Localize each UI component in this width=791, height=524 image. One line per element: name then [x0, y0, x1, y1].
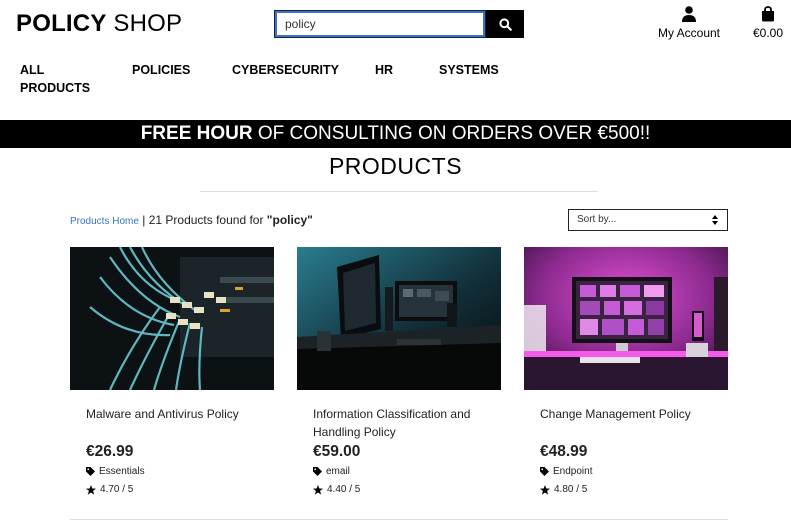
product-price: €26.99: [86, 443, 134, 460]
product-category[interactable]: Endpoint: [540, 466, 592, 477]
product-image[interactable]: [297, 247, 501, 390]
bag-total: €0.00: [752, 26, 784, 40]
product-card: Malware and Antivirus Policy €26.99 Esse…: [70, 247, 274, 495]
promo-text: OF CONSULTING ON ORDERS OVER €500!!: [252, 123, 651, 144]
product-image[interactable]: [70, 247, 274, 390]
tag-icon: [86, 467, 95, 476]
nav-item-cybersecurity[interactable]: CYBERSECURITY: [232, 61, 339, 79]
nav-item-label: ALL: [20, 63, 45, 77]
promo-banner: FREE HOUR OF CONSULTING ON ORDERS OVER €…: [0, 120, 791, 148]
pink-desk-setup-image: [524, 247, 728, 390]
product-category[interactable]: Essentials: [86, 466, 145, 477]
nav-item-all-products[interactable]: ALL PRODUCTS: [20, 61, 90, 97]
star-icon: [86, 484, 96, 495]
sort-label: Sort by...: [577, 214, 617, 225]
shopping-bag-link[interactable]: €0.00: [748, 6, 788, 40]
products-home-link[interactable]: Products Home: [70, 216, 139, 227]
logo-bold-text: POLICY: [16, 10, 107, 37]
product-name[interactable]: Change Management Policy: [540, 405, 728, 445]
nav-item-label: CYBERSECURITY: [232, 63, 339, 77]
product-image[interactable]: [524, 247, 728, 390]
results-summary: Products Home | 21 Products found for "p…: [70, 213, 313, 227]
breadcrumb-separator: |: [138, 213, 149, 227]
desk-monitor-image: [297, 247, 501, 390]
heading-divider: [200, 191, 598, 192]
section-divider: [70, 519, 728, 520]
product-price: €59.00: [313, 443, 361, 460]
search-button[interactable]: [486, 10, 524, 38]
star-icon: [313, 484, 323, 495]
product-category-label: email: [326, 466, 350, 477]
product-price: €48.99: [540, 443, 588, 460]
product-rating-value: 4.70 / 5: [100, 484, 134, 495]
product-card: Information Classification and Handling …: [297, 247, 501, 495]
network-cables-image: [70, 247, 274, 390]
product-category[interactable]: email: [313, 466, 350, 477]
product-rating: 4.80 / 5: [540, 484, 587, 495]
main-nav: ALL PRODUCTS POLICIES CYBERSECURITY HR S…: [0, 61, 791, 101]
search-icon: [498, 17, 512, 31]
user-icon: [682, 6, 696, 22]
search-bar: [274, 10, 524, 38]
product-category-label: Endpoint: [553, 466, 593, 477]
product-name[interactable]: Information Classification and Handling …: [313, 405, 501, 445]
logo-light-text: SHOP: [106, 10, 183, 37]
my-account-link[interactable]: My Account: [655, 6, 723, 40]
product-name[interactable]: Malware and Antivirus Policy: [86, 405, 274, 445]
nav-item-systems[interactable]: SYSTEMS: [439, 61, 499, 79]
search-input[interactable]: [274, 10, 486, 38]
nav-item-hr[interactable]: HR: [375, 61, 393, 79]
nav-item-label-line2: PRODUCTS: [20, 81, 91, 95]
product-rating-value: 4.80 / 5: [554, 484, 588, 495]
site-logo[interactable]: POLICY SHOP: [16, 10, 182, 38]
nav-item-label: HR: [375, 63, 394, 77]
sort-select[interactable]: Sort by...: [568, 209, 728, 231]
sort-arrows-icon: [712, 215, 718, 225]
product-rating: 4.70 / 5: [86, 484, 133, 495]
page-title: PRODUCTS: [328, 153, 463, 179]
star-icon: [540, 484, 550, 495]
product-category-label: Essentials: [99, 466, 145, 477]
search-query: "policy": [266, 213, 313, 227]
my-account-label: My Account: [657, 26, 721, 40]
promo-bold-text: FREE HOUR: [140, 123, 253, 144]
shopping-bag-icon: [762, 6, 774, 22]
product-rating: 4.40 / 5: [313, 484, 360, 495]
tag-icon: [540, 467, 549, 476]
nav-item-policies[interactable]: POLICIES: [132, 61, 190, 79]
nav-item-label: POLICIES: [132, 63, 191, 77]
results-count: 21 Products found for: [148, 213, 267, 227]
tag-icon: [313, 467, 322, 476]
product-rating-value: 4.40 / 5: [327, 484, 361, 495]
nav-item-label: SYSTEMS: [439, 63, 499, 77]
product-card: Change Management Policy €48.99 Endpoint…: [524, 247, 728, 495]
